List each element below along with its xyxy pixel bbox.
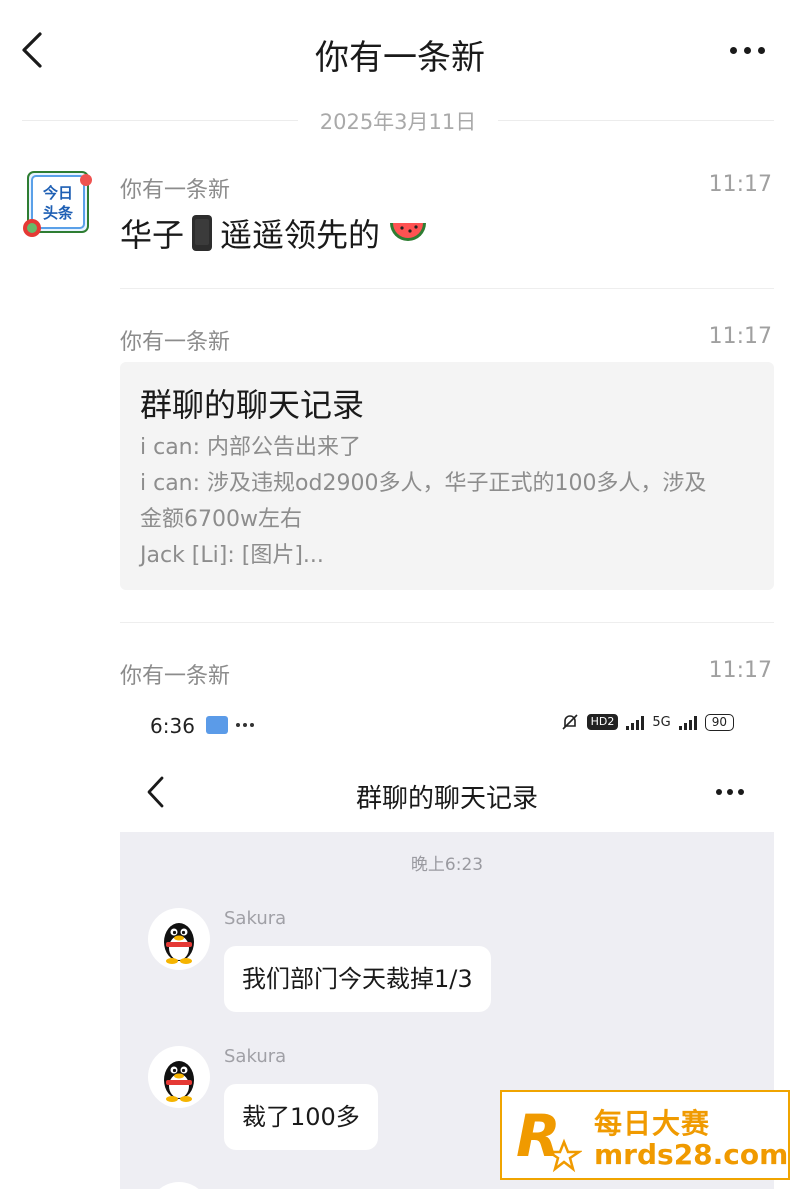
card-line: i can: 内部公告出来了 [140, 435, 362, 460]
more-dots-icon [730, 30, 770, 70]
date-label: 2025年3月11日 [319, 110, 477, 134]
status-time: 6:36 [150, 714, 195, 738]
avatar[interactable] [148, 1046, 210, 1108]
chat-sender-name: Sakura [224, 1046, 287, 1067]
top-nav: 你有一条新 [0, 0, 800, 100]
mute-bell-icon [562, 714, 578, 730]
card-title: 群聊的聊天记录 [140, 386, 365, 424]
more-dots-icon [716, 772, 744, 812]
more-button[interactable] [716, 772, 744, 812]
toutiao-avatar-icon: 今日 头条 [23, 171, 92, 237]
card-line: Jack [Li]: [图片]... [140, 543, 324, 568]
avatar [148, 1182, 210, 1189]
message-text[interactable]: 华子 遥遥领先的 [120, 210, 428, 256]
message-time: 11:17 [708, 172, 772, 197]
svg-text:R: R [516, 1102, 561, 1170]
hd-badge: HD2 [586, 714, 619, 730]
avatar[interactable]: 今日 头条 [22, 168, 94, 240]
divider [120, 622, 774, 623]
chat-timestamp: 晚上6:23 [410, 855, 484, 875]
card-line: 金额6700w左右 [140, 507, 302, 532]
message-time: 11:17 [708, 324, 772, 349]
app-notification-icon [206, 716, 228, 734]
page-title: 你有一条新 [315, 38, 485, 78]
brand-logo-icon: R [516, 1102, 582, 1173]
divider [120, 288, 774, 289]
chat-bubble[interactable]: 裁了100多 [224, 1084, 378, 1150]
penguin-avatar-icon [164, 923, 194, 964]
watermark-title: 每日大赛 [594, 1107, 711, 1140]
forwarded-chat-card[interactable]: 群聊的聊天记录 i can: 内部公告出来了 i can: 涉及违规od2900… [120, 362, 774, 590]
avatar[interactable] [148, 908, 210, 970]
chat-title: 群聊的聊天记录 [355, 784, 538, 814]
watermark-url: mrds28.com [594, 1138, 789, 1171]
network-type: 5G [652, 714, 671, 730]
signal-icon [626, 714, 645, 730]
chat-bubble[interactable]: 我们部门今天裁掉1/3 [224, 946, 491, 1012]
chat-sender-name: Sakura [224, 908, 287, 929]
sender-name: 你有一条新 [120, 330, 231, 355]
message-text-before: 华子 [120, 216, 185, 254]
chat-header: 群聊的聊天记录 [120, 752, 774, 832]
signal-icon [678, 714, 697, 730]
more-button[interactable] [730, 30, 770, 70]
message-text-after: 遥遥领先的 [220, 216, 381, 254]
penguin-avatar-icon [164, 1061, 194, 1102]
battery-icon: 90 [704, 713, 734, 731]
watermark: R 每日大赛 mrds28.com [500, 1090, 790, 1180]
mobile-phone-icon [192, 215, 213, 251]
sender-name: 你有一条新 [120, 664, 231, 689]
card-line: i can: 涉及违规od2900多人，华子正式的100多人，涉及 [140, 471, 707, 496]
status-bar: 6:36 HD2 5G 90 [120, 700, 774, 752]
message-time: 11:17 [708, 658, 772, 683]
svg-text:今日: 今日 [42, 184, 73, 202]
sender-name: 你有一条新 [120, 178, 231, 203]
date-divider: 2025年3月11日 [22, 104, 774, 138]
more-notifications-icon [236, 716, 254, 734]
svg-text:头条: 头条 [43, 204, 74, 222]
watermelon-icon [390, 223, 427, 241]
